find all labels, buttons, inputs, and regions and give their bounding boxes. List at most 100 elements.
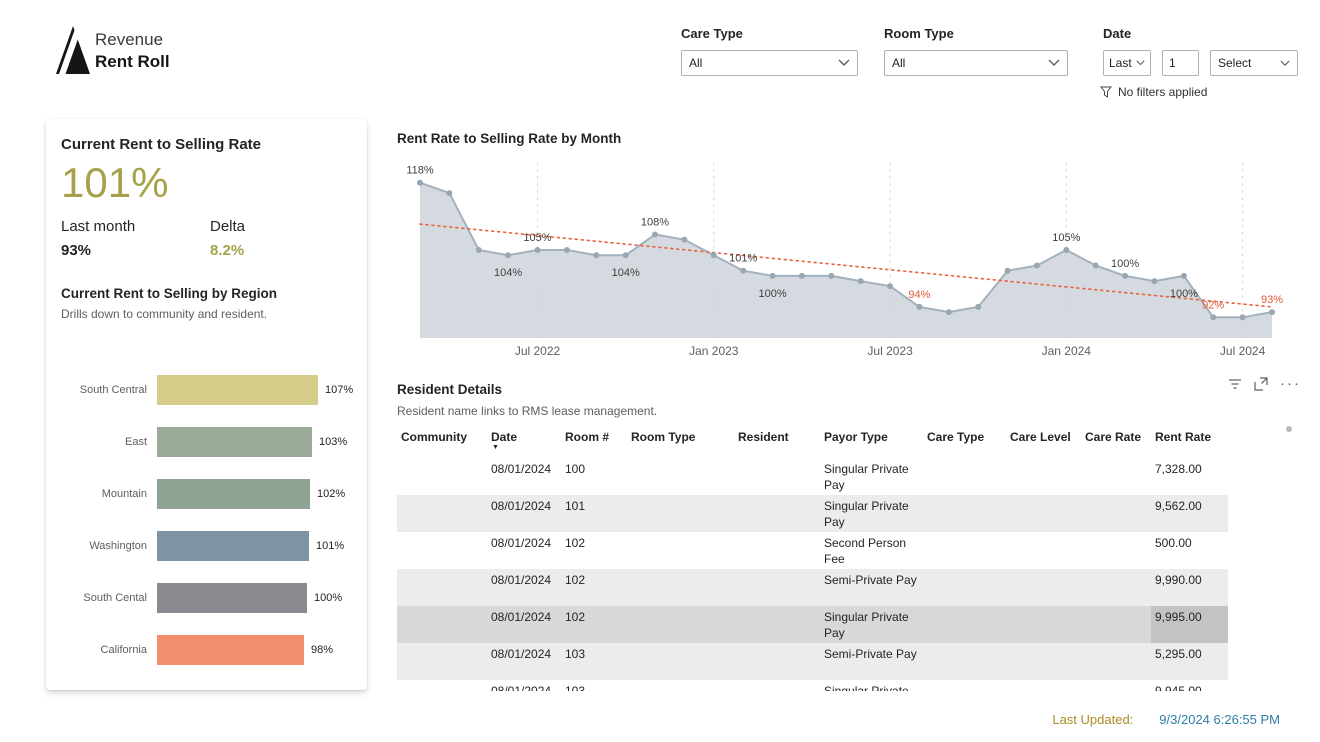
data-point[interactable] <box>534 247 541 253</box>
data-point[interactable] <box>1004 267 1011 274</box>
data-point[interactable] <box>1269 309 1275 316</box>
region-bar[interactable] <box>157 531 309 562</box>
column-header-label: Community <box>401 430 467 444</box>
date-unit-dropdown[interactable]: Select <box>1210 50 1298 76</box>
table-row[interactable]: 08/01/2024 102 Second Person Fee 500.00 <box>397 532 1228 569</box>
region-bar[interactable] <box>157 583 307 614</box>
data-point[interactable] <box>1239 314 1246 321</box>
table-row[interactable]: 08/01/2024 100 Singular Private Pay 7,328.0… <box>397 458 1228 495</box>
table-cell <box>1006 495 1081 532</box>
table-cell: 9,995.00 <box>1151 606 1228 643</box>
care-type-value: All <box>689 56 703 70</box>
region-bar-row: Mountain 102% <box>61 479 352 510</box>
column-header-care-rate[interactable]: Care Rate <box>1081 428 1151 458</box>
data-point[interactable] <box>1063 247 1070 253</box>
column-header-date[interactable]: Date ▼ <box>487 428 561 458</box>
column-header-room-type[interactable]: Room Type <box>627 428 734 458</box>
data-point[interactable] <box>857 278 864 285</box>
region-bar[interactable] <box>157 375 318 406</box>
table-cell: 08/01/2024 <box>491 684 552 691</box>
table-cell <box>1081 495 1151 532</box>
date-value-input[interactable] <box>1162 50 1199 76</box>
column-header-label: Care Level <box>1010 430 1071 444</box>
data-point[interactable] <box>1122 272 1129 279</box>
date-filter-label: Date <box>1103 26 1132 41</box>
data-point[interactable] <box>1210 314 1217 321</box>
table-row[interactable]: 08/01/2024 102 Singular Private Pay 9,995.0… <box>397 606 1228 643</box>
date-mode-dropdown[interactable]: Last <box>1103 50 1151 76</box>
region-bar[interactable] <box>157 427 312 458</box>
data-point[interactable] <box>446 190 453 197</box>
table-row[interactable]: 08/01/2024 103 Singular Private Pay 9,945.0… <box>397 680 1228 691</box>
data-point[interactable] <box>593 252 600 259</box>
data-point[interactable] <box>563 247 570 253</box>
data-point[interactable] <box>798 272 805 279</box>
column-header-community[interactable]: Community <box>397 428 487 458</box>
data-label: 92% <box>1202 299 1224 311</box>
data-point[interactable] <box>475 247 482 253</box>
data-point[interactable] <box>1034 262 1040 269</box>
data-point[interactable] <box>887 283 894 290</box>
data-point[interactable] <box>1180 272 1187 279</box>
table-scrollbar-thumb[interactable] <box>1286 426 1292 432</box>
data-point[interactable] <box>1092 262 1099 269</box>
focus-mode-icon[interactable] <box>1254 377 1268 391</box>
table-cell: 9,990.00 <box>1155 573 1202 587</box>
table-header-row: Community Date ▼ Room # Room Type Resident Pay… <box>397 428 1228 458</box>
table-row[interactable]: 08/01/2024 103 Semi-Private Pay 5,295.00 <box>397 643 1228 680</box>
more-options-icon[interactable]: ··· <box>1280 376 1301 391</box>
data-point[interactable] <box>916 303 923 310</box>
data-point[interactable] <box>828 272 835 279</box>
table-cell <box>1006 569 1081 606</box>
date-unit-value: Select <box>1218 56 1252 70</box>
column-header-care-level[interactable]: Care Level <box>1006 428 1081 458</box>
table-cell <box>627 680 734 691</box>
region-bar-row: Washington 101% <box>61 531 352 562</box>
data-point[interactable] <box>417 179 423 186</box>
data-point[interactable] <box>945 309 952 316</box>
table-row[interactable]: 08/01/2024 102 Semi-Private Pay 9,990.00 <box>397 569 1228 606</box>
care-type-dropdown[interactable]: All <box>681 50 858 76</box>
table-cell <box>1006 458 1081 495</box>
room-type-dropdown[interactable]: All <box>884 50 1068 76</box>
table-cell <box>397 680 487 691</box>
column-header-room-[interactable]: Room # <box>561 428 627 458</box>
column-header-resident[interactable]: Resident <box>734 428 820 458</box>
table-cell <box>397 458 487 495</box>
table-cell: 08/01/2024 <box>491 610 552 624</box>
region-bar[interactable] <box>157 479 310 510</box>
table-cell: 101 <box>565 499 586 513</box>
table-row[interactable]: 08/01/2024 101 Singular Private Pay 9,562.0… <box>397 495 1228 532</box>
column-header-care-type[interactable]: Care Type <box>923 428 1006 458</box>
last-updated-value: 9/3/2024 6:26:55 PM <box>1159 712 1280 727</box>
region-bar[interactable] <box>157 635 304 666</box>
svg-text:Jul 2022: Jul 2022 <box>515 344 561 358</box>
data-point[interactable] <box>769 272 776 279</box>
data-point[interactable] <box>740 267 747 274</box>
data-point[interactable] <box>652 231 658 238</box>
app-logo <box>56 26 90 79</box>
report-title: Revenue Rent Roll <box>95 29 170 73</box>
data-point[interactable] <box>681 236 688 243</box>
table-cell: 9,562.00 <box>1155 499 1202 513</box>
table-cell: 7,328.00 <box>1155 462 1202 476</box>
data-point[interactable] <box>975 303 982 310</box>
region-bar-category: South Central <box>79 384 147 397</box>
data-point[interactable] <box>710 252 717 259</box>
trend-chart-svg[interactable]: Jul 2022 Jan 2023 Jul 2023 Jan 2024 Jul 2024… <box>397 152 1290 364</box>
data-point[interactable] <box>505 252 512 259</box>
trend-chart-title: Rent Rate to Selling Rate by Month <box>397 131 622 146</box>
data-label: 94% <box>908 289 930 301</box>
filter-icon[interactable] <box>1228 378 1242 390</box>
table-cell <box>627 495 734 532</box>
data-point[interactable] <box>1151 278 1158 285</box>
region-chart-title: Current Rent to Selling by Region <box>61 286 278 302</box>
room-type-filter: Room Type All <box>884 26 1068 76</box>
table-cell <box>923 569 1006 606</box>
data-label: 93% <box>1261 294 1283 306</box>
column-header-payor-type[interactable]: Payor Type <box>820 428 923 458</box>
trend-area-chart[interactable]: Jul 2022 Jan 2023 Jul 2023 Jan 2024 Jul 2024… <box>397 152 1290 364</box>
data-point[interactable] <box>622 252 629 259</box>
column-header-rent-rate[interactable]: Rent Rate <box>1151 428 1228 458</box>
table-cell <box>734 495 820 532</box>
